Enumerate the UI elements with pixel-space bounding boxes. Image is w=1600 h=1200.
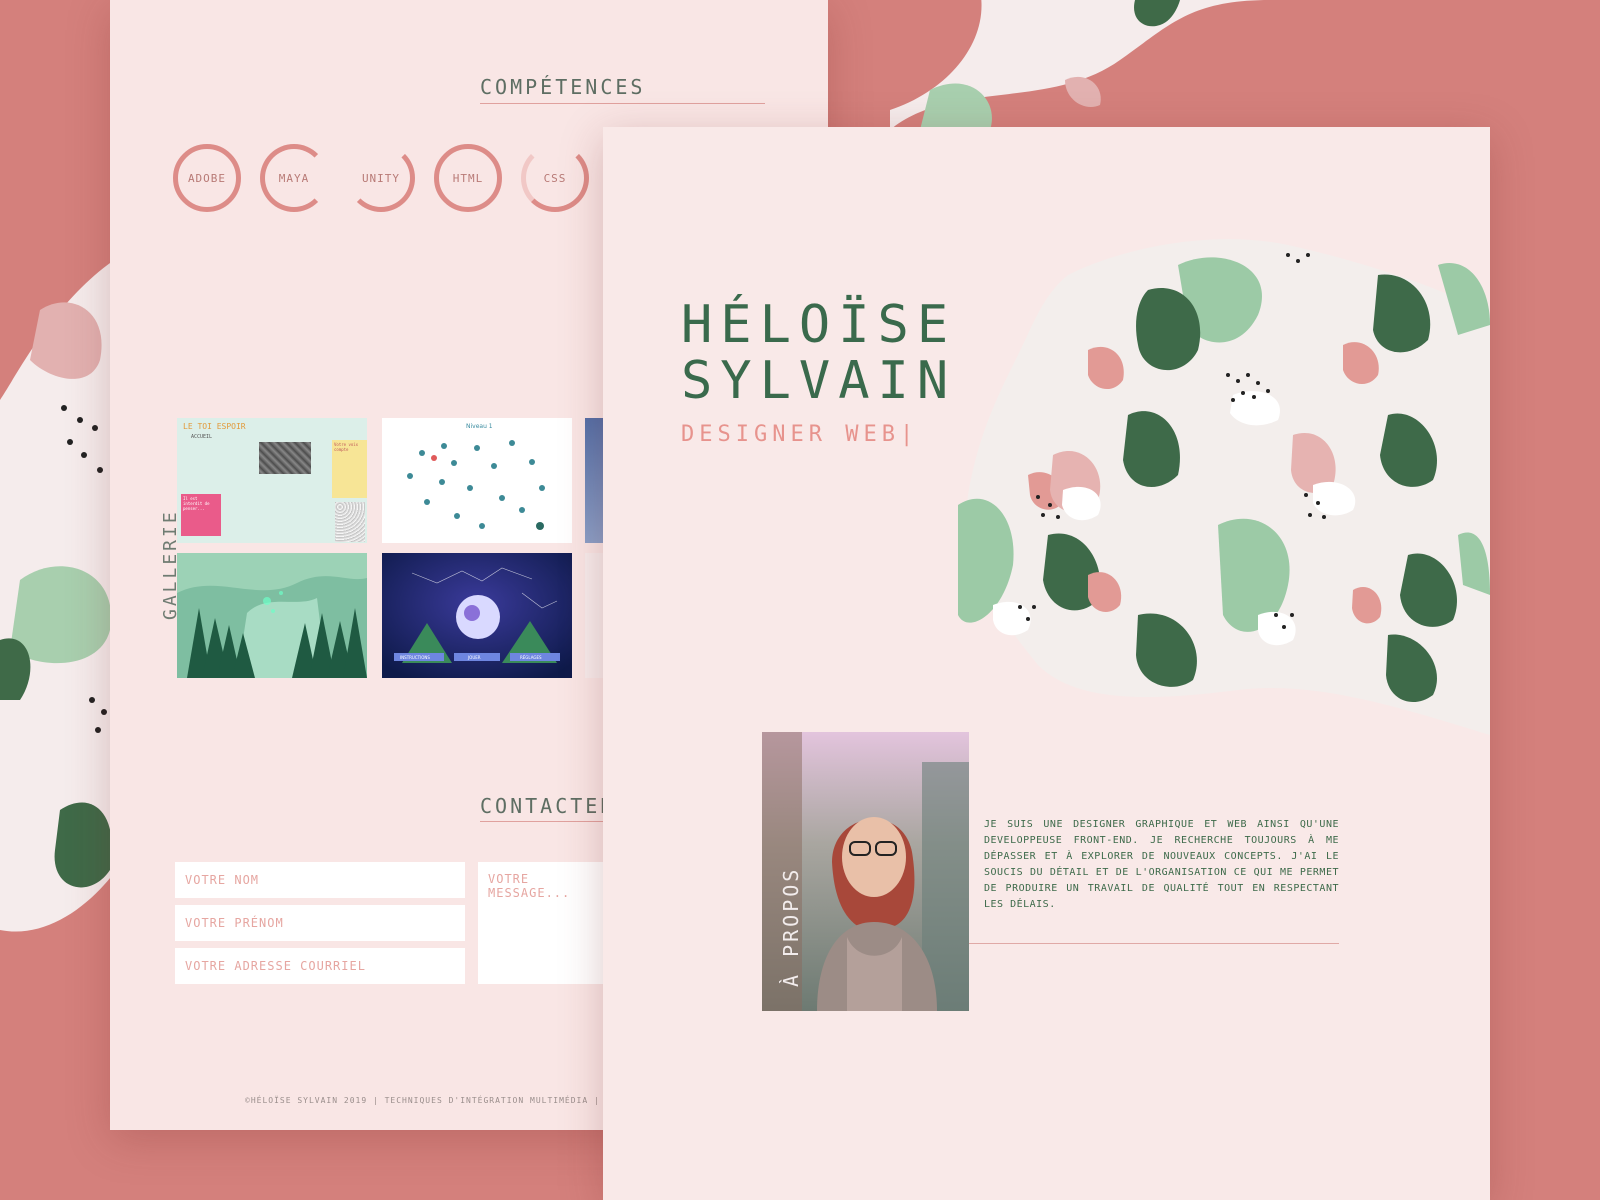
- about-rule: [969, 943, 1339, 944]
- gallery-thumb-1[interactable]: LE TOI ESPOIR ACCUEIL Votre voix compte …: [177, 418, 367, 543]
- skills-title: COMPÉTENCES: [480, 75, 646, 99]
- skill-label: UNITY: [361, 171, 401, 185]
- button-jouer: JOUER: [467, 655, 481, 660]
- front-page: HÉLOÏSE SYLVAIN DESIGNER WEB| À PROPOS J…: [603, 127, 1490, 1200]
- about-label: À PROPOS: [779, 866, 803, 987]
- skill-css: CSS: [521, 144, 589, 212]
- hero-first-name: HÉLOÏSE: [681, 295, 957, 355]
- footer-text: ©HÉLOÏSE SYLVAIN 2019 | TECHNIQUES D'INT…: [245, 1096, 635, 1105]
- skill-adobe: ADOBE: [173, 144, 241, 212]
- background-pattern-top: [890, 0, 1270, 130]
- contact-title: CONTACTER: [480, 794, 616, 818]
- gallery-thumb-2[interactable]: Niveau 1: [382, 418, 572, 543]
- thumb-subtitle: ACCUEIL: [191, 434, 213, 440]
- gallery-thumb-5[interactable]: INSTRUCTIONS JOUER RÉGLAGES: [382, 553, 572, 678]
- button-instructions: INSTRUCTIONS: [400, 655, 430, 660]
- thumb-note: Votre voix compte: [332, 440, 367, 498]
- thumb-photo: [259, 442, 311, 474]
- email-field[interactable]: VOTRE ADRESSE COURRIEL: [175, 948, 465, 984]
- gallery-thumb-4[interactable]: [177, 553, 367, 678]
- skill-label: MAYA: [278, 171, 310, 185]
- thumb-title: Niveau 1: [466, 423, 493, 430]
- thumb-title: LE TOI ESPOIR: [183, 422, 246, 431]
- thumb-pattern: [335, 502, 365, 542]
- hero-pattern: [958, 239, 1490, 735]
- firstname-field[interactable]: VOTRE PRÉNOM: [175, 905, 465, 941]
- skills-title-rule: [480, 103, 765, 104]
- skill-unity: UNITY: [347, 144, 415, 212]
- button-reglages: RÉGLAGES: [520, 655, 542, 660]
- skill-label: ADOBE: [187, 171, 227, 185]
- skill-maya: MAYA: [260, 144, 328, 212]
- hero-last-name: SYLVAIN: [681, 351, 957, 411]
- about-text: JE SUIS UNE DESIGNER GRAPHIQUE ET WEB AI…: [984, 819, 1339, 910]
- skill-label: HTML: [452, 171, 484, 185]
- message-field[interactable]: VOTRE MESSAGE...: [478, 862, 618, 984]
- thumb-note-2: Il est interdit de penser...: [181, 494, 221, 536]
- hero-role: DESIGNER WEB|: [681, 422, 919, 447]
- skill-label: CSS: [543, 171, 567, 185]
- hero-name: HÉLOÏSE SYLVAIN: [681, 297, 956, 409]
- skill-html: HTML: [434, 144, 502, 212]
- name-field[interactable]: VOTRE NOM: [175, 862, 465, 898]
